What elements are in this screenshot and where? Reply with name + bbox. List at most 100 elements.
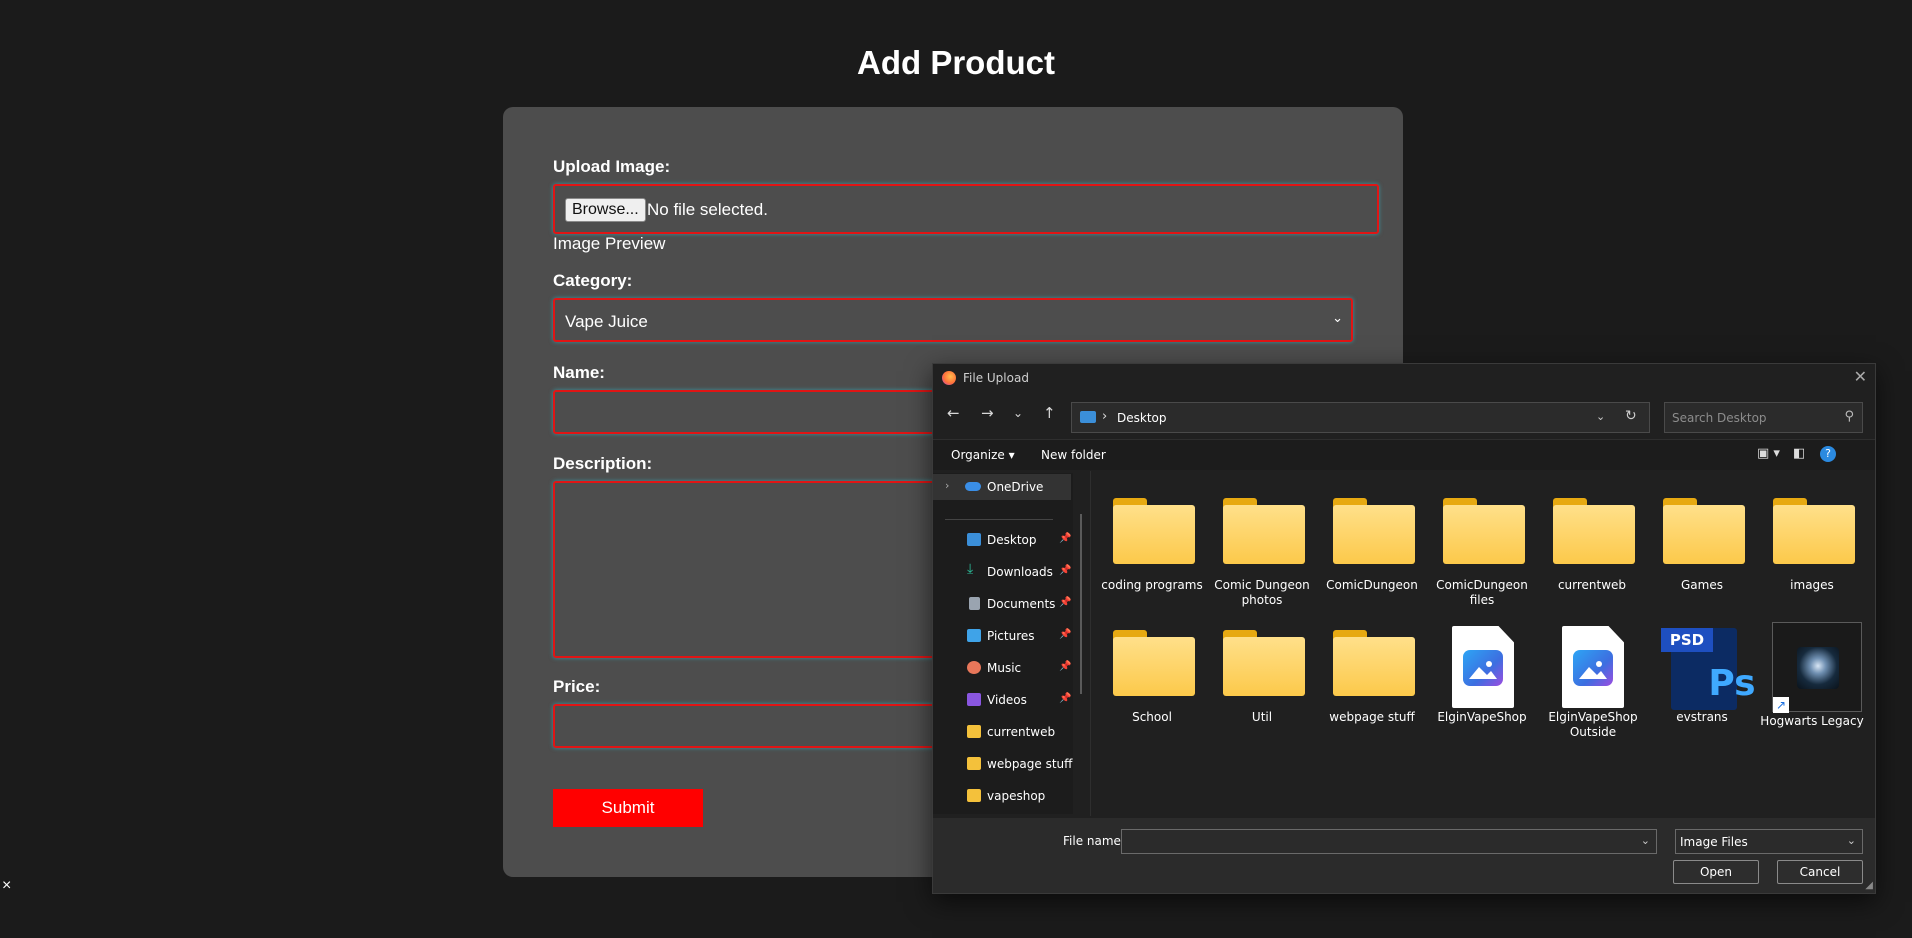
sidebar-item-webpage-stuff[interactable]: webpage stuff [933,751,1072,777]
navigation-pane: › OneDrive Desktop 📌 ⤓ Downloads 📌 Docum… [933,473,1073,814]
file-input[interactable]: Browse... No file selected. [553,184,1379,234]
sidebar-item-label: Downloads [987,565,1053,579]
up-arrow-icon[interactable]: ↑ [1043,404,1056,422]
firefox-icon [942,371,956,385]
folder-icon [967,789,981,802]
sidebar-item-label: Desktop [987,533,1037,547]
file-item-comic-dungeon-photos[interactable]: Comic Dungeon photos [1207,498,1310,618]
description-label: Description: [553,454,653,473]
folder-icon [967,757,981,770]
nav-divider [945,519,1053,520]
preview-pane-icon[interactable]: ◧ [1793,446,1805,461]
folder-icon [1773,498,1855,564]
open-button[interactable]: Open [1673,860,1759,884]
file-item-hogwarts-legacy[interactable]: ↗ Hogwarts Legacy [1757,622,1864,742]
file-item-coding-programs[interactable]: coding programs [1097,498,1203,618]
folder-icon [1553,498,1635,564]
sidebar-item-music[interactable]: Music 📌 [933,655,1071,681]
cancel-button[interactable]: Cancel [1777,860,1863,884]
sidebar-item-label: currentweb [987,725,1056,739]
sidebar-item-pictures[interactable]: Pictures 📌 [933,623,1071,649]
file-item-elginvapeshop[interactable]: ElginVapeShop [1427,626,1527,746]
shortcut-thumbnail-icon: ↗ [1772,622,1862,713]
pin-icon: 📌 [1059,693,1072,704]
folder-icon [1333,630,1415,696]
file-item-webpage-stuff[interactable]: webpage stuff [1317,630,1415,750]
recent-locations-chevron-icon[interactable]: ⌄ [1013,406,1023,420]
category-label: Category: [553,271,633,290]
new-folder-button[interactable]: New folder [1041,448,1106,462]
file-name: webpage stuff [1329,710,1415,724]
view-options-icon[interactable]: ▣ ▾ [1757,446,1780,461]
close-icon[interactable]: ✕ [1854,367,1867,386]
file-item-games[interactable]: Games [1647,498,1745,618]
photo-icon [1573,650,1613,686]
file-name-input[interactable]: ⌄ [1121,829,1657,854]
category-value: Vape Juice [565,312,648,331]
download-icon: ⤓ [967,561,974,577]
file-item-comicdungeon[interactable]: ComicDungeon [1317,498,1418,618]
chevron-down-icon[interactable]: ⌄ [1641,834,1650,847]
chevron-down-icon[interactable]: ⌄ [1596,410,1605,423]
file-status-text: No file selected. [647,200,768,219]
search-input[interactable]: Search Desktop ⚲ [1664,402,1863,433]
folder-icon [1223,630,1305,696]
sidebar-item-documents[interactable]: Documents 📌 [933,591,1071,617]
address-bar[interactable]: › Desktop ⌄ ↻ [1071,402,1650,433]
dialog-title: File Upload [963,371,1029,385]
name-label: Name: [553,363,605,382]
sidebar-item-label: vapeshop [987,789,1046,803]
file-item-evstrans[interactable]: Ps PSD evstrans [1647,626,1756,746]
sidebar-item-vapeshop[interactable]: vapeshop [933,783,1071,809]
cloud-icon [965,482,981,491]
file-name: currentweb [1557,578,1627,592]
file-name: evstrans [1676,710,1728,724]
sidebar-item-desktop[interactable]: Desktop 📌 [933,527,1071,553]
close-icon[interactable]: × [2,877,11,895]
file-item-elginvapeshopoutside[interactable]: ElginVapeShopOutside [1537,626,1638,746]
document-icon [969,597,980,610]
sidebar-item-currentweb[interactable]: currentweb [933,719,1071,745]
browse-button[interactable]: Browse... [565,198,646,222]
file-name: ComicDungeon [1326,578,1418,592]
pane-divider [1090,471,1091,816]
video-icon [967,693,981,706]
file-item-school[interactable]: School [1097,630,1195,750]
expand-chevron-icon[interactable]: › [945,479,949,492]
forward-arrow-icon[interactable]: → [981,404,994,422]
file-name: coding programs [1101,578,1203,592]
organize-button[interactable]: Organize ▾ [951,448,1015,462]
search-icon: ⚲ [1844,409,1854,424]
file-item-images[interactable]: images [1757,498,1855,618]
file-name: Hogwarts Legacy [1760,714,1864,728]
address-path[interactable]: Desktop [1117,411,1167,425]
desktop-icon [1080,411,1096,423]
price-label: Price: [553,677,601,696]
breadcrumb-chevron-icon: › [1102,409,1108,424]
resize-grip-icon[interactable]: ◢ [1865,880,1873,891]
back-arrow-icon[interactable]: ← [947,404,960,422]
file-item-currentweb[interactable]: currentweb [1537,498,1635,618]
file-item-comicdungeon-files[interactable]: ComicDungeon files [1427,498,1528,618]
help-icon[interactable]: ? [1820,446,1836,462]
chevron-down-icon: ⌄ [1846,834,1856,847]
submit-button[interactable]: Submit [553,789,703,827]
category-select[interactable]: Vape Juice ⌄ [553,298,1353,342]
refresh-icon[interactable]: ↻ [1625,408,1637,424]
folder-icon [1333,498,1415,564]
file-name: ElginVapeShopOutside [1548,710,1638,739]
sidebar-item-downloads[interactable]: ⤓ Downloads 📌 [933,559,1071,585]
folder-icon [1223,498,1305,564]
dialog-footer: File name: ⌄ Image Files ⌄ Open Cancel ◢ [933,818,1875,893]
pin-icon: 📌 [1059,661,1072,672]
image-preview-label: Image Preview [553,234,666,253]
folder-icon [1443,498,1525,564]
sidebar-item-videos[interactable]: Videos 📌 [933,687,1071,713]
sidebar-item-onedrive[interactable]: › OneDrive [933,474,1071,500]
photoshop-logo-icon: Ps [1708,663,1756,704]
file-type-select[interactable]: Image Files ⌄ [1675,829,1863,854]
file-item-util[interactable]: Util [1207,630,1305,750]
folder-icon [1113,630,1195,696]
picture-icon [967,629,981,642]
nav-scrollbar[interactable] [1080,514,1082,694]
